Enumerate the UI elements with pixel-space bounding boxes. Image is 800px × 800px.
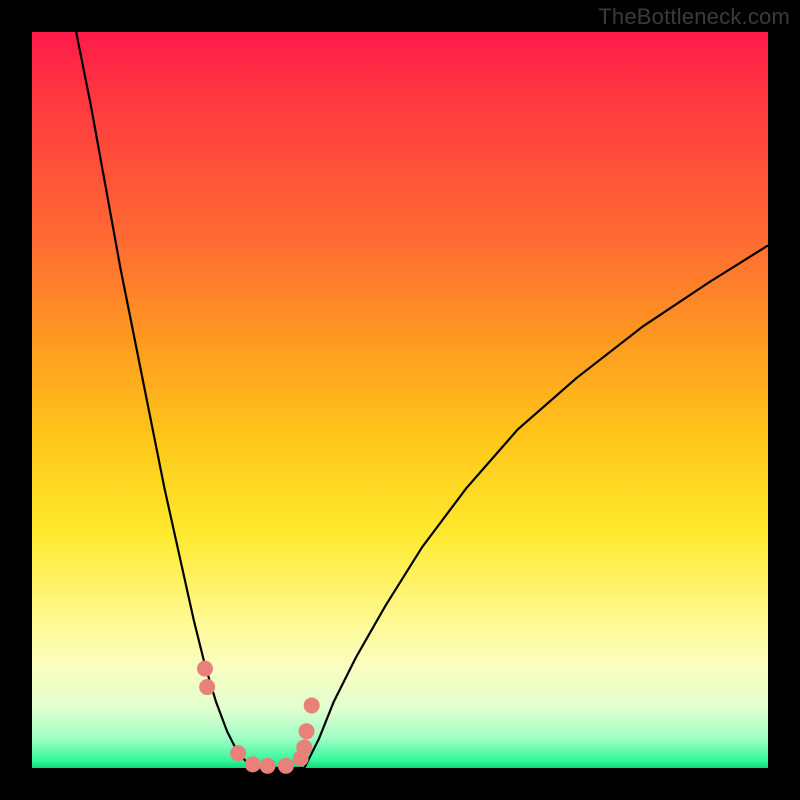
- highlight-dot: [245, 756, 261, 772]
- highlight-dot: [260, 758, 276, 774]
- highlight-dot: [199, 679, 215, 695]
- bottleneck-curve: [76, 32, 768, 768]
- highlight-dot: [278, 758, 294, 774]
- highlight-dot: [197, 661, 213, 677]
- plot-area: [32, 32, 768, 768]
- outer-frame: TheBottleneck.com: [0, 0, 800, 800]
- highlight-dot: [230, 745, 246, 761]
- highlight-dot: [296, 739, 312, 755]
- highlight-dot: [304, 697, 320, 713]
- watermark-label: TheBottleneck.com: [598, 4, 790, 30]
- highlight-dot: [299, 723, 315, 739]
- curve-layer: [32, 32, 768, 768]
